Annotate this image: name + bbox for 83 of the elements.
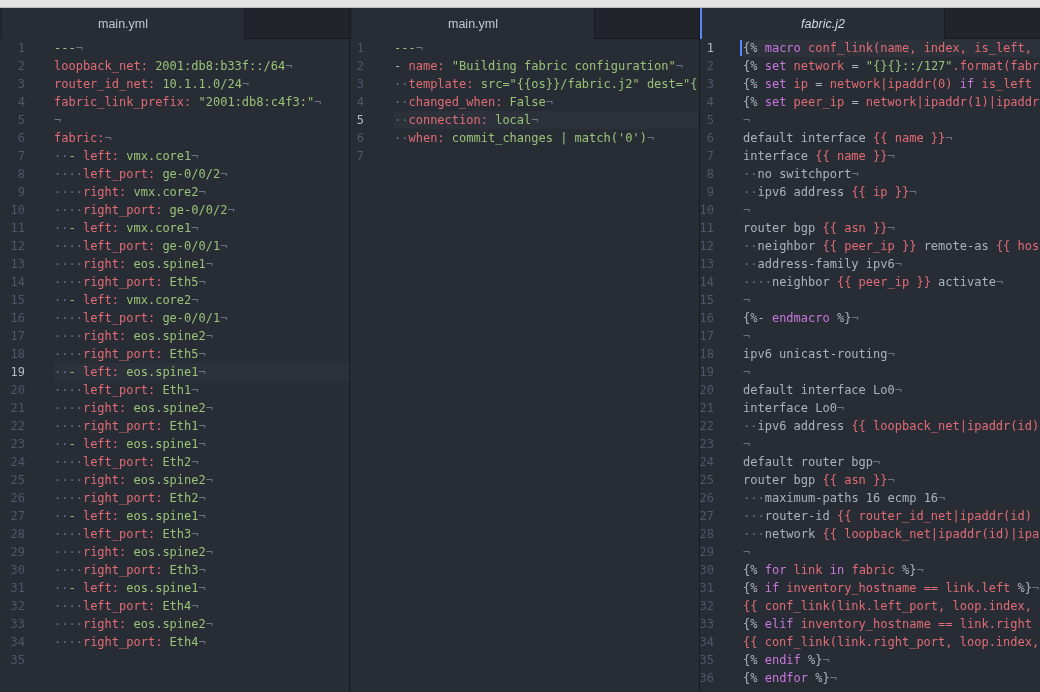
- code-line: ····right: vmx.core2¬: [54, 185, 206, 199]
- code-line: ---¬: [394, 41, 423, 55]
- code-line: ····right_port: Eth2¬: [54, 491, 206, 505]
- file-tab[interactable]: fabric.j2: [700, 8, 945, 39]
- code-line: ipv6 unicast-routing¬: [743, 347, 895, 361]
- code-line: ····right_port: Eth1¬: [54, 419, 206, 433]
- code-line: ····left_port: Eth3¬: [54, 527, 199, 541]
- code-line: ····left_port: Eth1¬: [54, 383, 199, 397]
- code-line: {{ conf_link(link.right_port, loop.index,: [743, 635, 1040, 649]
- code-line: ¬: [743, 365, 751, 379]
- code-line: ··- left: eos.spine1¬: [54, 437, 206, 451]
- code-line: {% endfor %}¬: [743, 671, 837, 685]
- code-line: ····left_port: ge-0/0/1¬: [54, 311, 228, 325]
- line-number: 5: [356, 112, 364, 129]
- text-cursor: [740, 40, 742, 56]
- code-line: ¬: [743, 437, 751, 451]
- code-line: {% macro conf_link(name, index, is_left,: [743, 41, 1032, 55]
- code-line: ····right_port: Eth5¬: [54, 275, 206, 289]
- code-line: ··ipv6 address {{ ip }}¬: [743, 185, 917, 199]
- code-line: ····right: eos.spine1¬: [54, 257, 213, 271]
- code-line: ¬: [743, 545, 751, 559]
- code-line: ···router-id {{ router_id_net|ipaddr(id): [743, 509, 1032, 523]
- code-line: ····right_port: Eth4¬: [54, 635, 206, 649]
- code-line: loopback_net: 2001:db8:b33f::/64¬: [54, 59, 293, 73]
- code-line: {{ conf_link(link.left_port, loop.index,: [743, 599, 1032, 613]
- code-line: {% set network = "{}{}::/127".format(fabr: [743, 59, 1040, 73]
- code-line: ····neighbor {{ peer_ip }} activate¬: [743, 275, 1004, 289]
- code-line: ····left_port: Eth2¬: [54, 455, 199, 469]
- code-line: {%- endmacro %}¬: [743, 311, 859, 325]
- code-line: ····right: eos.spine2¬: [54, 473, 213, 487]
- file-tab[interactable]: main.yml: [0, 8, 245, 39]
- code-line: ····left_port: ge-0/0/2¬: [54, 167, 228, 181]
- code-line: ····right_port: Eth5¬: [54, 347, 206, 361]
- code-line: ··no switchport¬: [743, 167, 859, 181]
- code-line: ¬: [54, 113, 62, 127]
- code-line: ····right: eos.spine2¬: [54, 617, 213, 631]
- code-line: ··- left: eos.spine1¬: [54, 581, 206, 595]
- code-line: ····right: eos.spine2¬: [54, 401, 213, 415]
- code-line: ····left_port: Eth4¬: [54, 599, 199, 613]
- code-line: ··- left: eos.spine1¬: [54, 365, 206, 379]
- code-line: {% set peer_ip = network|ipaddr(1)|ipaddr: [743, 95, 1040, 109]
- code-line: - name: "Building fabric configuration"¬: [394, 59, 683, 73]
- code-line: ··connection: local¬: [394, 113, 539, 127]
- code-line: ····right: eos.spine2¬: [54, 545, 213, 559]
- code-line: default router bgp¬: [743, 455, 881, 469]
- code-line: ··- left: vmx.core1¬: [54, 221, 199, 235]
- code-line: fabric:¬: [54, 131, 112, 145]
- code-line: ¬: [743, 329, 751, 343]
- code-line: router bgp {{ asn }}¬: [743, 221, 895, 235]
- code-line: router_id_net: 10.1.1.0/24¬: [54, 77, 250, 91]
- code-line: ··changed_when: False¬: [394, 95, 553, 109]
- code-line: ---¬: [54, 41, 83, 55]
- code-line: ··when: commit_changes | match('0')¬: [394, 131, 655, 145]
- code-line: ····right: eos.spine2¬: [54, 329, 213, 343]
- code-line: ¬: [743, 293, 751, 307]
- code-line: ¬: [743, 113, 751, 127]
- code-line: default interface Lo0¬: [743, 383, 902, 397]
- code-line: {% for link in fabric %}¬: [743, 563, 924, 577]
- code-line: ··- left: eos.spine1¬: [54, 509, 206, 523]
- code-line: ··- left: vmx.core2¬: [54, 293, 199, 307]
- code-line: {% set ip = network|ipaddr(0) if is_left: [743, 77, 1033, 91]
- code-line: interface Lo0¬: [743, 401, 845, 415]
- line-number: 19: [10, 364, 25, 381]
- line-number: 1: [706, 40, 714, 57]
- code-line: ···network {{ loopback_net|ipaddr(id)|ipa: [743, 527, 1040, 541]
- code-line: interface {{ name }}¬: [743, 149, 895, 163]
- code-line: fabric_link_prefix: "2001:db8:c4f3:"¬: [54, 95, 322, 109]
- code-line: ····left_port: ge-0/0/1¬: [54, 239, 228, 253]
- code-line: ····right_port: ge-0/0/2¬: [54, 203, 235, 217]
- code-line: ····right_port: Eth3¬: [54, 563, 206, 577]
- code-line: {% elif inventory_hostname == link.right: [743, 617, 1032, 631]
- code-line: ¬: [743, 203, 751, 217]
- code-line: ··template: src="{{os}}/fabric.j2" dest="{: [394, 77, 698, 91]
- code-line: ···maximum-paths 16 ecmp 16¬: [743, 491, 946, 505]
- code-line: ··ipv6 address {{ loopback_net|ipaddr(id): [743, 419, 1040, 433]
- code-line: {% endif %}¬: [743, 653, 830, 667]
- code-line: default interface {{ name }}¬: [743, 131, 953, 145]
- code-line: ··- left: vmx.core1¬: [54, 149, 199, 163]
- file-tab[interactable]: main.yml: [350, 8, 595, 39]
- code-line: ··neighbor {{ peer_ip }} remote-as {{ hos: [743, 239, 1040, 253]
- code-line: router bgp {{ asn }}¬: [743, 473, 895, 487]
- code-line: {% if inventory_hostname == link.left %}¬: [743, 581, 1040, 595]
- code-line: ··address-family ipv6¬: [743, 257, 902, 271]
